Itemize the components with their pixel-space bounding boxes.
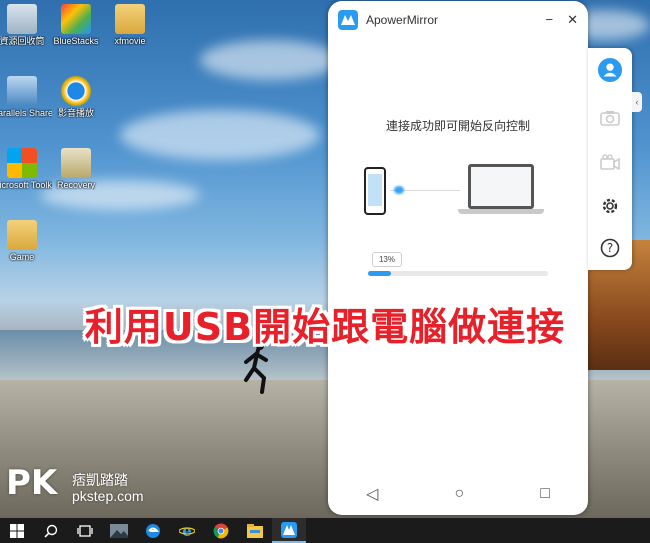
minimize-button[interactable]: − [546, 12, 554, 28]
connection-status-text: 連接成功即可開始反向控制 [385, 119, 530, 133]
desktop-icon-bluestacks[interactable]: BlueStacks [46, 4, 106, 46]
camera-icon[interactable] [598, 106, 622, 130]
folder-icon [115, 4, 145, 34]
edge-icon[interactable] [136, 518, 170, 543]
desktop-icon-label: Parallels Share... [0, 108, 52, 118]
tutorial-caption: 利用USB開始跟電腦做連接 [84, 305, 566, 349]
progress-bar [368, 271, 548, 276]
watermark-logo: PK [6, 463, 58, 503]
desktop-icon-media-player[interactable]: 影音播放 [46, 76, 106, 118]
watermark-site: pkstep.com [72, 488, 144, 504]
apowermirror-window: ApowerMirror − ✕ 連接成功即可開始反向控制 13% ◁ ○ □ [328, 1, 588, 515]
desktop-icon-recovery[interactable]: Recovery [46, 148, 106, 190]
window-title: ApowerMirror [366, 13, 439, 27]
desktop-icon-label: Game [9, 252, 35, 262]
windows-start-icon[interactable] [0, 518, 34, 543]
computer-icon [7, 76, 37, 106]
cloud [200, 40, 340, 80]
help-icon[interactable]: ? [598, 236, 622, 260]
desktop-icon-parallels[interactable]: Parallels Share... [0, 76, 52, 118]
cloud [120, 110, 320, 160]
desktop-icon-label: BlueStacks [53, 36, 99, 46]
home-button[interactable]: ○ [454, 485, 464, 503]
svg-text:?: ? [607, 241, 613, 255]
laptop-base [458, 209, 544, 214]
desktop-icon-label: Recovery [56, 180, 95, 190]
media-player-icon [61, 76, 91, 106]
desktop-icon-label: xfmovie [114, 36, 146, 46]
user-icon[interactable] [598, 58, 622, 82]
back-button[interactable]: ◁ [366, 484, 378, 504]
recycle-bin-icon [7, 4, 37, 34]
apowermirror-icon[interactable] [272, 518, 306, 543]
desktop-icon-label: 影音播放 [57, 108, 94, 118]
chrome-icon[interactable] [204, 518, 238, 543]
desktop-icon-microsoft-toolkit[interactable]: Microsoft Toolkit_2... [0, 148, 52, 190]
file-explorer-icon[interactable] [238, 518, 272, 543]
progress-percent-label: 13% [372, 252, 402, 267]
recent-apps-button[interactable]: □ [540, 485, 550, 503]
side-toolbar: ? [588, 48, 632, 270]
collapse-sidebar-button[interactable]: ‹ [632, 92, 642, 112]
watermark-text: 痞凱踏踏 pkstep.com [72, 472, 144, 504]
search-icon[interactable] [34, 518, 68, 543]
recovery-icon [61, 148, 91, 178]
svg-text:e: e [182, 523, 192, 539]
ie-icon[interactable]: e [170, 518, 204, 543]
settings-icon[interactable] [598, 194, 622, 218]
close-button[interactable]: ✕ [567, 12, 578, 28]
watermark: PK 痞凱踏踏 pkstep.com [6, 463, 144, 504]
apowermirror-logo-icon [338, 10, 358, 30]
taskbar: e [0, 518, 650, 543]
connection-pulse [394, 186, 404, 194]
photos-icon[interactable] [102, 518, 136, 543]
video-icon[interactable] [598, 150, 622, 174]
phone-nav-bar: ◁ ○ □ [328, 473, 588, 515]
desktop-icon-label: Microsoft Toolkit_2... [0, 180, 52, 190]
desktop-icon-xfmovie[interactable]: xfmovie [100, 4, 160, 46]
progress-bar-fill [368, 271, 392, 276]
laptop-icon [468, 164, 534, 209]
bluestacks-icon [61, 4, 91, 34]
folder-icon [7, 220, 37, 250]
watermark-name: 痞凱踏踏 [72, 472, 128, 488]
desktop-icon-label: 資源回收筒 [0, 36, 45, 46]
desktop-icon-recycle-bin[interactable]: 資源回收筒 [0, 4, 52, 46]
task-view-icon[interactable] [68, 518, 102, 543]
windows-icon [7, 148, 37, 178]
title-bar[interactable]: ApowerMirror − ✕ [328, 1, 588, 39]
phone-icon [364, 167, 386, 215]
desktop-icon-game[interactable]: Game [0, 220, 52, 262]
